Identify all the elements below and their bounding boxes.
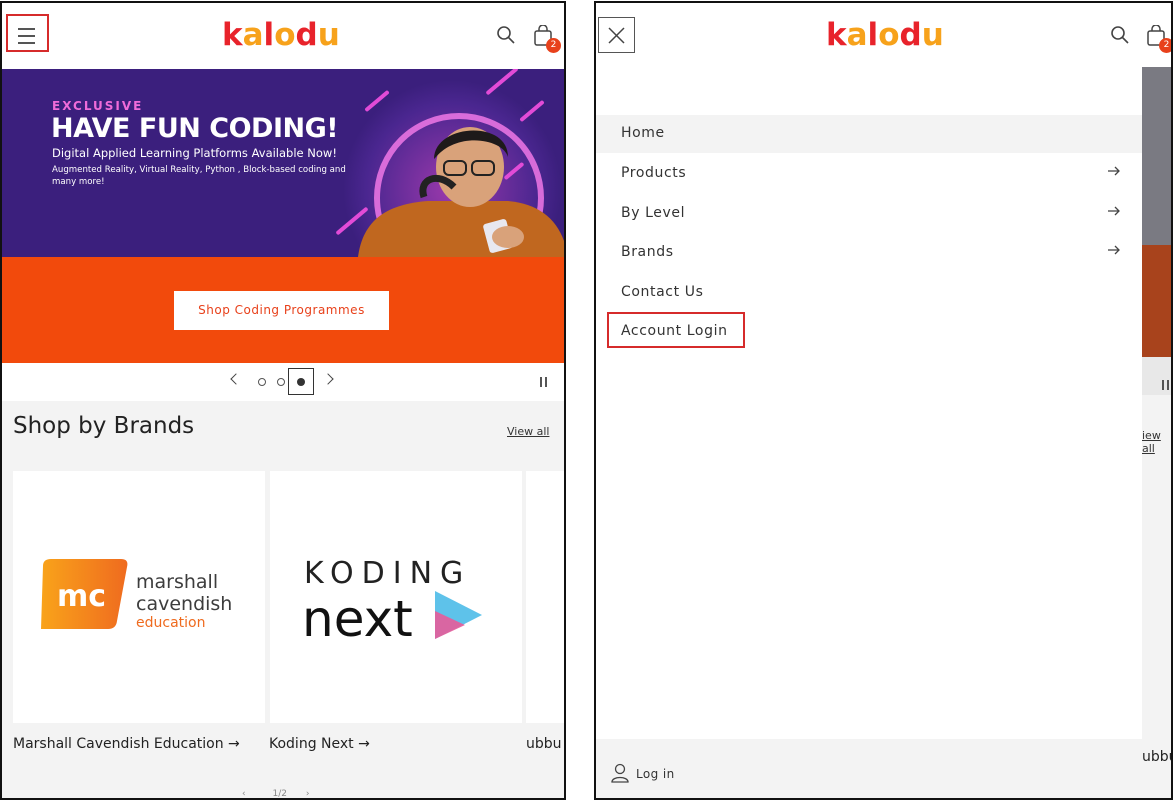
svg-text:KODING: KODING [304, 556, 471, 591]
brand-label[interactable]: Koding Next → [269, 736, 370, 752]
shop-coding-button[interactable]: Shop Coding Programmes [174, 291, 389, 330]
slider-controls [2, 363, 564, 401]
pager-count: 1/2 [272, 789, 287, 799]
menu-item-by-level[interactable]: By Level [596, 195, 1142, 233]
logo-letter: k [826, 17, 847, 53]
pause-icon[interactable] [540, 377, 548, 387]
boy-illustration [358, 127, 564, 257]
brand-card-marshall-cavendish[interactable]: mc marshall cavendish education [13, 471, 265, 723]
logo-letter: l [867, 17, 879, 53]
cart-count-badge: 2 [1159, 38, 1171, 53]
arrow-right-icon [1108, 206, 1120, 216]
cart-count-badge: 2 [546, 38, 561, 53]
view-all-link[interactable]: View all [507, 425, 549, 438]
arrow-right-icon [1108, 166, 1120, 176]
search-icon[interactable] [1110, 25, 1132, 49]
view-all-peek: iew all [1142, 429, 1161, 455]
svg-text:cavendish: cavendish [136, 593, 232, 615]
user-icon[interactable] [611, 763, 629, 783]
account-login-highlight [607, 312, 745, 348]
close-menu-icon[interactable] [598, 17, 635, 53]
slide-dot-active[interactable] [288, 368, 314, 395]
logo-letter: o [274, 17, 296, 53]
page-behind-drawer: iew all ubbu [1142, 67, 1171, 798]
logo-letter: d [295, 17, 318, 53]
logo-letter: a [242, 17, 264, 53]
search-icon[interactable] [496, 25, 518, 49]
menu-item-contact-us[interactable]: Contact Us [596, 274, 1142, 312]
section-title: Shop by Brands [13, 413, 195, 439]
menu-drawer: Home Products By Level Brands Contact Us… [596, 67, 1142, 798]
svg-text:education: education [136, 615, 205, 631]
slide-dot[interactable] [258, 378, 266, 386]
pause-icon [1162, 380, 1170, 390]
svg-text:next: next [302, 590, 413, 648]
brands-pager: ‹ 1/2 › [242, 789, 310, 799]
brand-card-koding-next[interactable]: KODING next [270, 471, 522, 723]
hamburger-menu-icon[interactable] [6, 14, 49, 52]
kalodu-logo[interactable]: kalodu [826, 17, 944, 53]
kalodu-logo[interactable]: kalodu [222, 17, 340, 53]
cart-icon[interactable]: 2 [533, 24, 561, 53]
logo-letter: u [317, 17, 340, 53]
brand-label-peek: ubbu [1142, 749, 1171, 765]
left-screen: kalodu 2 EXCLUSIVE HAVE FUN CODING! Digi… [0, 1, 566, 800]
cta-band-peek [1142, 245, 1171, 357]
brand-label[interactable]: ubbu [526, 736, 562, 752]
menu-item-products[interactable]: Products [596, 155, 1142, 193]
arrow-right-icon [1108, 245, 1120, 255]
banner-description: Augmented Reality, Virtual Reality, Pyth… [52, 165, 346, 187]
menu-item-home[interactable]: Home [596, 115, 1142, 153]
log-in-link[interactable]: Log in [636, 767, 675, 781]
menu-item-label: Products [621, 165, 687, 181]
active-dot [297, 378, 305, 386]
chevron-right-icon[interactable]: › [306, 789, 310, 798]
chevron-right-icon[interactable] [322, 373, 334, 385]
banner-peek [1142, 67, 1171, 245]
banner-subheadline: Digital Applied Learning Platforms Avail… [52, 146, 337, 160]
cart-icon[interactable]: 2 [1146, 24, 1171, 53]
hero-banner[interactable]: EXCLUSIVE HAVE FUN CODING! Digital Appli… [2, 69, 564, 257]
brand-label[interactable]: Marshall Cavendish Education → [13, 736, 240, 752]
logo-letter: a [846, 17, 868, 53]
site-header: kalodu 2 [2, 3, 564, 69]
logo-letter: d [899, 17, 922, 53]
site-header: kalodu 2 [596, 3, 1171, 69]
brand-card-ubbu[interactable] [526, 471, 564, 723]
menu-item-label: Brands [621, 244, 674, 260]
logo-letter: l [263, 17, 275, 53]
right-screen: kalodu 2 iew all ubbu Home Products By L… [594, 1, 1173, 800]
logo-letter: k [222, 17, 243, 53]
menu-item-label: Contact Us [621, 284, 704, 300]
svg-text:marshall: marshall [136, 571, 218, 593]
menu-item-label: Home [621, 125, 665, 141]
shop-by-brands-section: Shop by Brands View all mc marshall cave… [2, 401, 564, 799]
chevron-left-icon[interactable] [230, 373, 242, 385]
koding-next-logo: KODING next [302, 556, 482, 648]
marshall-cavendish-logo: mc marshall cavendish education [41, 559, 232, 631]
menu-item-label: By Level [621, 205, 686, 221]
banner-eyebrow: EXCLUSIVE [52, 99, 144, 113]
logo-letter: o [878, 17, 900, 53]
banner-headline: HAVE FUN CODING! [51, 113, 339, 144]
chevron-left-icon[interactable]: ‹ [242, 789, 246, 798]
drawer-footer: Log in [596, 739, 1142, 798]
hero-cta-band: Shop Coding Programmes [2, 257, 564, 363]
slide-dot[interactable] [277, 378, 285, 386]
menu-item-brands[interactable]: Brands [596, 234, 1142, 272]
mc-mark: mc [57, 579, 106, 614]
logo-letter: u [921, 17, 944, 53]
